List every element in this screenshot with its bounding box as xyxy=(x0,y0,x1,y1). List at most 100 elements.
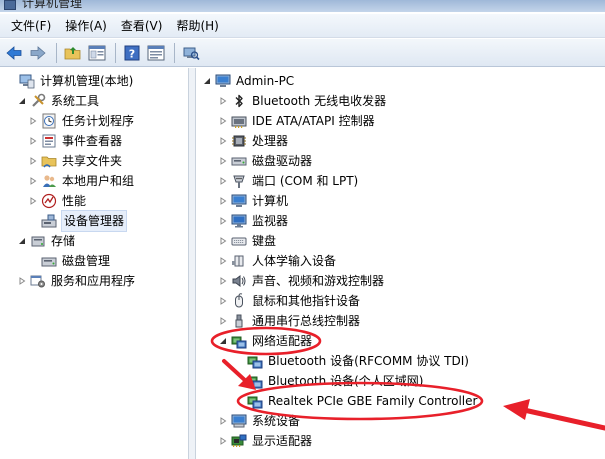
tree-expander[interactable] xyxy=(218,131,228,151)
toolbar-separator xyxy=(56,42,57,63)
network-adapter-icon xyxy=(247,353,263,369)
console-tree-item-4[interactable]: 共享文件夹 xyxy=(28,151,122,171)
collapsed-triangle-icon xyxy=(220,277,227,285)
console-tree-item-1[interactable]: 系统工具 xyxy=(17,91,99,111)
device-manager-icon xyxy=(41,213,57,229)
expanded-triangle-icon xyxy=(220,338,226,344)
device-tree-item-realtek-pcie-gbe-family-controller[interactable]: Realtek PCIe GBE Family Controller xyxy=(234,391,477,411)
tree-expander[interactable] xyxy=(218,151,228,171)
tree-expander[interactable] xyxy=(202,71,212,91)
port-icon xyxy=(231,173,247,189)
console-tree-item-6[interactable]: 性能 xyxy=(28,191,86,211)
menu-file[interactable]: 文件(F) xyxy=(4,14,58,38)
collapsed-triangle-icon xyxy=(220,257,227,265)
device-tree-item-6[interactable]: 计算机 xyxy=(218,191,288,211)
tree-expander[interactable] xyxy=(28,131,38,151)
device-tree-item-9[interactable]: 人体学输入设备 xyxy=(218,251,336,271)
tree-expander[interactable] xyxy=(218,211,228,231)
bluetooth-icon xyxy=(231,93,247,109)
device-tree-item-ide-ata-atapi[interactable]: IDE ATA/ATAPI 控制器 xyxy=(218,111,375,131)
device-tree-item-11[interactable]: 鼠标和其他指针设备 xyxy=(218,291,360,311)
display-adapter-icon xyxy=(231,433,247,449)
console-tree-item-10[interactable]: 服务和应用程序 xyxy=(17,271,135,291)
properties-button[interactable] xyxy=(145,42,167,64)
tree-expander[interactable] xyxy=(17,231,27,251)
device-tree-item-com-lpt[interactable]: 端口 (COM 和 LPT) xyxy=(218,171,358,191)
forward-button[interactable] xyxy=(27,42,49,64)
device-tree-item-bluetooth[interactable]: Bluetooth 设备(个人区域网) xyxy=(234,371,423,391)
device-tree-item-3[interactable]: 处理器 xyxy=(218,131,288,151)
tree-expander[interactable] xyxy=(28,191,38,211)
tree-item-label: 共享文件夹 xyxy=(62,154,123,168)
help-button[interactable]: ? xyxy=(121,42,143,64)
menu-help[interactable]: 帮助(H) xyxy=(169,14,225,38)
device-tree-item-12[interactable]: 通用串行总线控制器 xyxy=(218,311,360,331)
tree-expander[interactable] xyxy=(28,151,38,171)
console-tree-item-3[interactable]: 事件查看器 xyxy=(28,131,122,151)
tree-expander[interactable] xyxy=(218,291,228,311)
collapsed-triangle-icon xyxy=(220,297,227,305)
system-device-icon xyxy=(231,413,247,429)
collapsed-triangle-icon xyxy=(220,417,227,425)
tree-expander[interactable] xyxy=(218,331,228,351)
collapsed-triangle-icon xyxy=(30,117,37,125)
tree-expander[interactable] xyxy=(17,271,27,291)
properties-icon xyxy=(147,45,165,60)
tree-expander[interactable] xyxy=(218,411,228,431)
tree-expander[interactable] xyxy=(218,191,228,211)
console-tree-item-8[interactable]: 存储 xyxy=(17,231,75,251)
tree-expander[interactable] xyxy=(218,431,228,451)
device-tree-item-8[interactable]: 键盘 xyxy=(218,231,276,251)
console-tree-item-9[interactable]: 磁盘管理 xyxy=(28,251,110,271)
device-tree-item-18[interactable]: 显示适配器 xyxy=(218,431,312,451)
device-tree-item-7[interactable]: 监视器 xyxy=(218,211,288,231)
tree-item-label: Bluetooth 设备(个人区域网) xyxy=(268,374,424,388)
console-tree-item-7[interactable]: 设备管理器 xyxy=(28,210,128,232)
up-folder-button[interactable] xyxy=(62,42,84,64)
back-arrow-icon xyxy=(6,45,22,60)
console-tree-item-5[interactable]: 本地用户和组 xyxy=(28,171,134,191)
tree-expander[interactable] xyxy=(218,231,228,251)
collapsed-triangle-icon xyxy=(30,177,37,185)
tree-item-label: 计算机管理(本地) xyxy=(40,74,134,88)
device-tree-item-13[interactable]: 网络适配器 xyxy=(218,331,312,351)
tree-expander[interactable] xyxy=(218,171,228,191)
collapsed-triangle-icon xyxy=(220,317,227,325)
collapsed-triangle-icon xyxy=(220,217,227,225)
console-tree-item-2[interactable]: 任务计划程序 xyxy=(28,111,134,131)
device-tree-item-bluetooth-rfcomm-tdi[interactable]: Bluetooth 设备(RFCOMM 协议 TDI) xyxy=(234,351,469,371)
menu-bar: 文件(F) 操作(A) 查看(V) 帮助(H) xyxy=(0,14,605,38)
services-icon xyxy=(30,273,46,289)
device-tree-item-4[interactable]: 磁盘驱动器 xyxy=(218,151,312,171)
tree-expander xyxy=(28,251,38,271)
menu-view[interactable]: 查看(V) xyxy=(114,14,170,38)
menu-action[interactable]: 操作(A) xyxy=(58,14,114,38)
device-tree-item-admin-pc[interactable]: Admin-PC xyxy=(202,71,294,91)
tree-expander[interactable] xyxy=(28,171,38,191)
tree-expander[interactable] xyxy=(218,271,228,291)
device-tree-item-17[interactable]: 系统设备 xyxy=(218,411,300,431)
back-button[interactable] xyxy=(3,42,25,64)
tree-expander[interactable] xyxy=(28,111,38,131)
tree-expander xyxy=(234,351,244,371)
scan-hardware-icon xyxy=(183,47,200,60)
console-tree-pane: 计算机管理(本地) 系统工具 任务计划程序 事件查看器共享文件夹本地用户和组 性能 设备管… xyxy=(0,68,189,459)
device-tree-item-10[interactable]: 声音、视频和游戏控制器 xyxy=(218,271,384,291)
tree-expander[interactable] xyxy=(218,111,228,131)
show-hide-tree-button[interactable] xyxy=(86,42,108,64)
tree-expander[interactable] xyxy=(218,251,228,271)
tree-expander xyxy=(28,211,38,231)
tree-expander[interactable] xyxy=(218,311,228,331)
toolbar-separator xyxy=(115,42,116,63)
pane-splitter[interactable] xyxy=(189,68,196,459)
scan-hardware-button[interactable] xyxy=(180,42,202,64)
title-bar: 计算机管理 xyxy=(0,0,605,12)
console-tree-item-0[interactable]: 计算机管理(本地) xyxy=(6,71,133,91)
tree-expander xyxy=(234,371,244,391)
tree-item-label: Bluetooth 设备(RFCOMM 协议 TDI) xyxy=(268,354,469,368)
tree-expander[interactable] xyxy=(17,91,27,111)
tree-expander[interactable] xyxy=(218,91,228,111)
toolbar: ? xyxy=(0,39,605,67)
collapsed-triangle-icon xyxy=(220,437,227,445)
device-tree-item-bluetooth[interactable]: Bluetooth 无线电收发器 xyxy=(218,91,386,111)
